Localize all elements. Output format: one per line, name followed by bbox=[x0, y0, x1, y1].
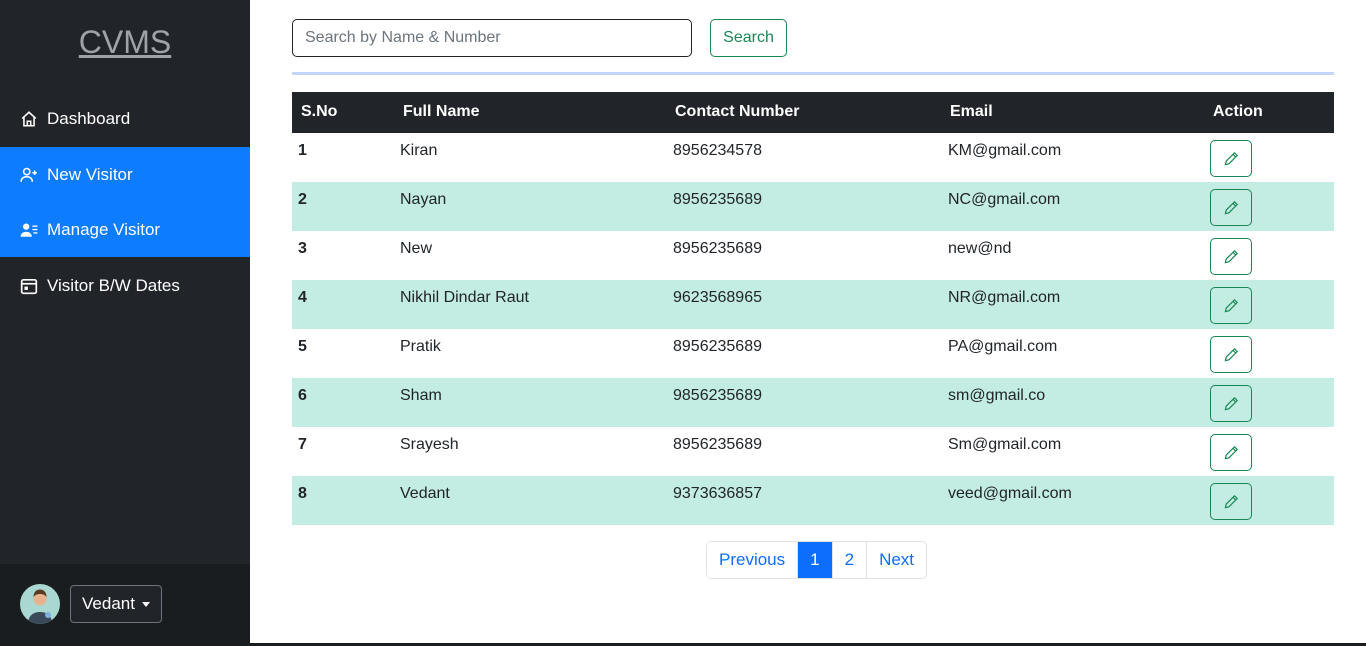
pencil-icon bbox=[1224, 249, 1239, 263]
user-list-icon bbox=[20, 221, 38, 239]
table-header: S.No Full Name Contact Number Email Acti… bbox=[292, 92, 1334, 133]
visitors-table: S.No Full Name Contact Number Email Acti… bbox=[292, 92, 1334, 525]
cell-sno: 8 bbox=[298, 485, 307, 502]
pencil-icon bbox=[1224, 396, 1239, 410]
sidebar-item-label: Manage Visitor bbox=[47, 219, 161, 239]
pencil-icon bbox=[1224, 494, 1239, 508]
cell-sno: 4 bbox=[298, 289, 307, 306]
edit-button[interactable] bbox=[1210, 483, 1252, 520]
cell-contact-number: 9623568965 bbox=[673, 289, 762, 306]
avatar[interactable] bbox=[20, 584, 60, 624]
cell-full-name: Srayesh bbox=[400, 436, 459, 453]
table-body: 1 Kiran 8956234578 KM@gmail.com 2 Nayan 895623… bbox=[292, 133, 1334, 525]
cell-full-name: Pratik bbox=[400, 338, 441, 355]
pagination-page-1[interactable]: 1 bbox=[798, 542, 833, 578]
cell-email: Sm@gmail.com bbox=[948, 436, 1062, 453]
cell-email: NR@gmail.com bbox=[948, 289, 1061, 306]
header-contact-number: Contact Number bbox=[675, 103, 800, 120]
header-email: Email bbox=[950, 103, 993, 120]
home-icon bbox=[20, 110, 38, 128]
table-row: 2 Nayan 8956235689 NC@gmail.com bbox=[292, 182, 1334, 231]
edit-button[interactable] bbox=[1210, 434, 1252, 471]
cell-full-name: New bbox=[400, 240, 433, 257]
pencil-icon bbox=[1224, 151, 1239, 165]
caret-down-icon bbox=[141, 601, 150, 607]
sidebar-item-label: Visitor B/W Dates bbox=[47, 275, 180, 295]
cell-contact-number: 8956235689 bbox=[673, 240, 762, 257]
search-button[interactable]: Search bbox=[710, 19, 787, 57]
sidebar-item-new-visitor[interactable]: New Visitor bbox=[0, 147, 250, 202]
sidebar-item-label: Dashboard bbox=[47, 108, 131, 128]
cell-sno: 5 bbox=[298, 338, 307, 355]
sidebar-item-label: New Visitor bbox=[47, 164, 133, 184]
table-row: 7 Srayesh 8956235689 Sm@gmail.com bbox=[292, 427, 1334, 476]
pencil-icon bbox=[1224, 445, 1239, 459]
cell-sno: 6 bbox=[298, 387, 307, 404]
cell-full-name: Nayan bbox=[400, 191, 447, 208]
cell-full-name: Vedant bbox=[400, 485, 450, 502]
sidebar-item-dashboard[interactable]: Dashboard bbox=[0, 91, 250, 146]
pencil-icon bbox=[1224, 298, 1239, 312]
sidebar-item-manage-visitor[interactable]: Manage Visitor bbox=[0, 202, 250, 257]
cell-contact-number: 9856235689 bbox=[673, 387, 762, 404]
cell-contact-number: 8956235689 bbox=[673, 436, 762, 453]
edit-button[interactable] bbox=[1210, 336, 1252, 373]
cell-contact-number: 8956234578 bbox=[673, 142, 762, 159]
cell-email: PA@gmail.com bbox=[948, 338, 1058, 355]
sidebar-footer: Vedant bbox=[0, 564, 250, 646]
cell-sno: 1 bbox=[298, 142, 307, 159]
cell-full-name: Kiran bbox=[400, 142, 438, 159]
pencil-icon bbox=[1224, 347, 1239, 361]
brand-logo[interactable]: CVMS bbox=[0, 24, 250, 61]
pagination-previous[interactable]: Previous bbox=[707, 542, 799, 578]
edit-button[interactable] bbox=[1210, 287, 1252, 324]
edit-button[interactable] bbox=[1210, 238, 1252, 275]
table-row: 8 Vedant 9373636857 veed@gmail.com bbox=[292, 476, 1334, 525]
calendar-icon bbox=[20, 277, 38, 295]
cell-email: NC@gmail.com bbox=[948, 191, 1061, 208]
sidebar: CVMS Dashboard New Visitor Manage Visito… bbox=[0, 0, 250, 646]
pencil-icon bbox=[1224, 200, 1239, 214]
cell-contact-number: 8956235689 bbox=[673, 191, 762, 208]
table-row: 3 New 8956235689 new@nd bbox=[292, 231, 1334, 280]
cell-contact-number: 8956235689 bbox=[673, 338, 762, 355]
table-row: 4 Nikhil Dindar Raut 9623568965 NR@gmail.co… bbox=[292, 280, 1334, 329]
cell-email: veed@gmail.com bbox=[948, 485, 1072, 502]
header-sno: S.No bbox=[301, 103, 338, 120]
cell-sno: 7 bbox=[298, 436, 307, 453]
cell-email: KM@gmail.com bbox=[948, 142, 1062, 159]
table-row: 1 Kiran 8956234578 KM@gmail.com bbox=[292, 133, 1334, 182]
search-input[interactable] bbox=[292, 19, 692, 57]
user-plus-icon bbox=[20, 166, 38, 184]
pagination-next[interactable]: Next bbox=[867, 542, 927, 578]
header-full-name: Full Name bbox=[403, 103, 480, 120]
cell-email: new@nd bbox=[948, 240, 1012, 257]
table-row: 5 Pratik 8956235689 PA@gmail.com bbox=[292, 329, 1334, 378]
edit-button[interactable] bbox=[1210, 385, 1252, 422]
cell-email: sm@gmail.co bbox=[948, 387, 1046, 404]
edit-button[interactable] bbox=[1210, 189, 1252, 226]
cell-full-name: Sham bbox=[400, 387, 442, 404]
cell-full-name: Nikhil Dindar Raut bbox=[400, 289, 529, 306]
cell-sno: 3 bbox=[298, 240, 307, 257]
pagination: Previous 1 2 Next bbox=[706, 541, 928, 579]
sidebar-item-visitor-dates[interactable]: Visitor B/W Dates bbox=[0, 258, 250, 313]
header-action: Action bbox=[1213, 103, 1263, 120]
user-dropdown-button[interactable]: Vedant bbox=[70, 585, 162, 623]
cell-sno: 2 bbox=[298, 191, 307, 208]
divider bbox=[292, 72, 1334, 75]
pagination-page-2[interactable]: 2 bbox=[832, 542, 868, 578]
cell-contact-number: 9373636857 bbox=[673, 485, 762, 502]
table-row: 6 Sham 9856235689 sm@gmail.co bbox=[292, 378, 1334, 427]
edit-button[interactable] bbox=[1210, 140, 1252, 177]
